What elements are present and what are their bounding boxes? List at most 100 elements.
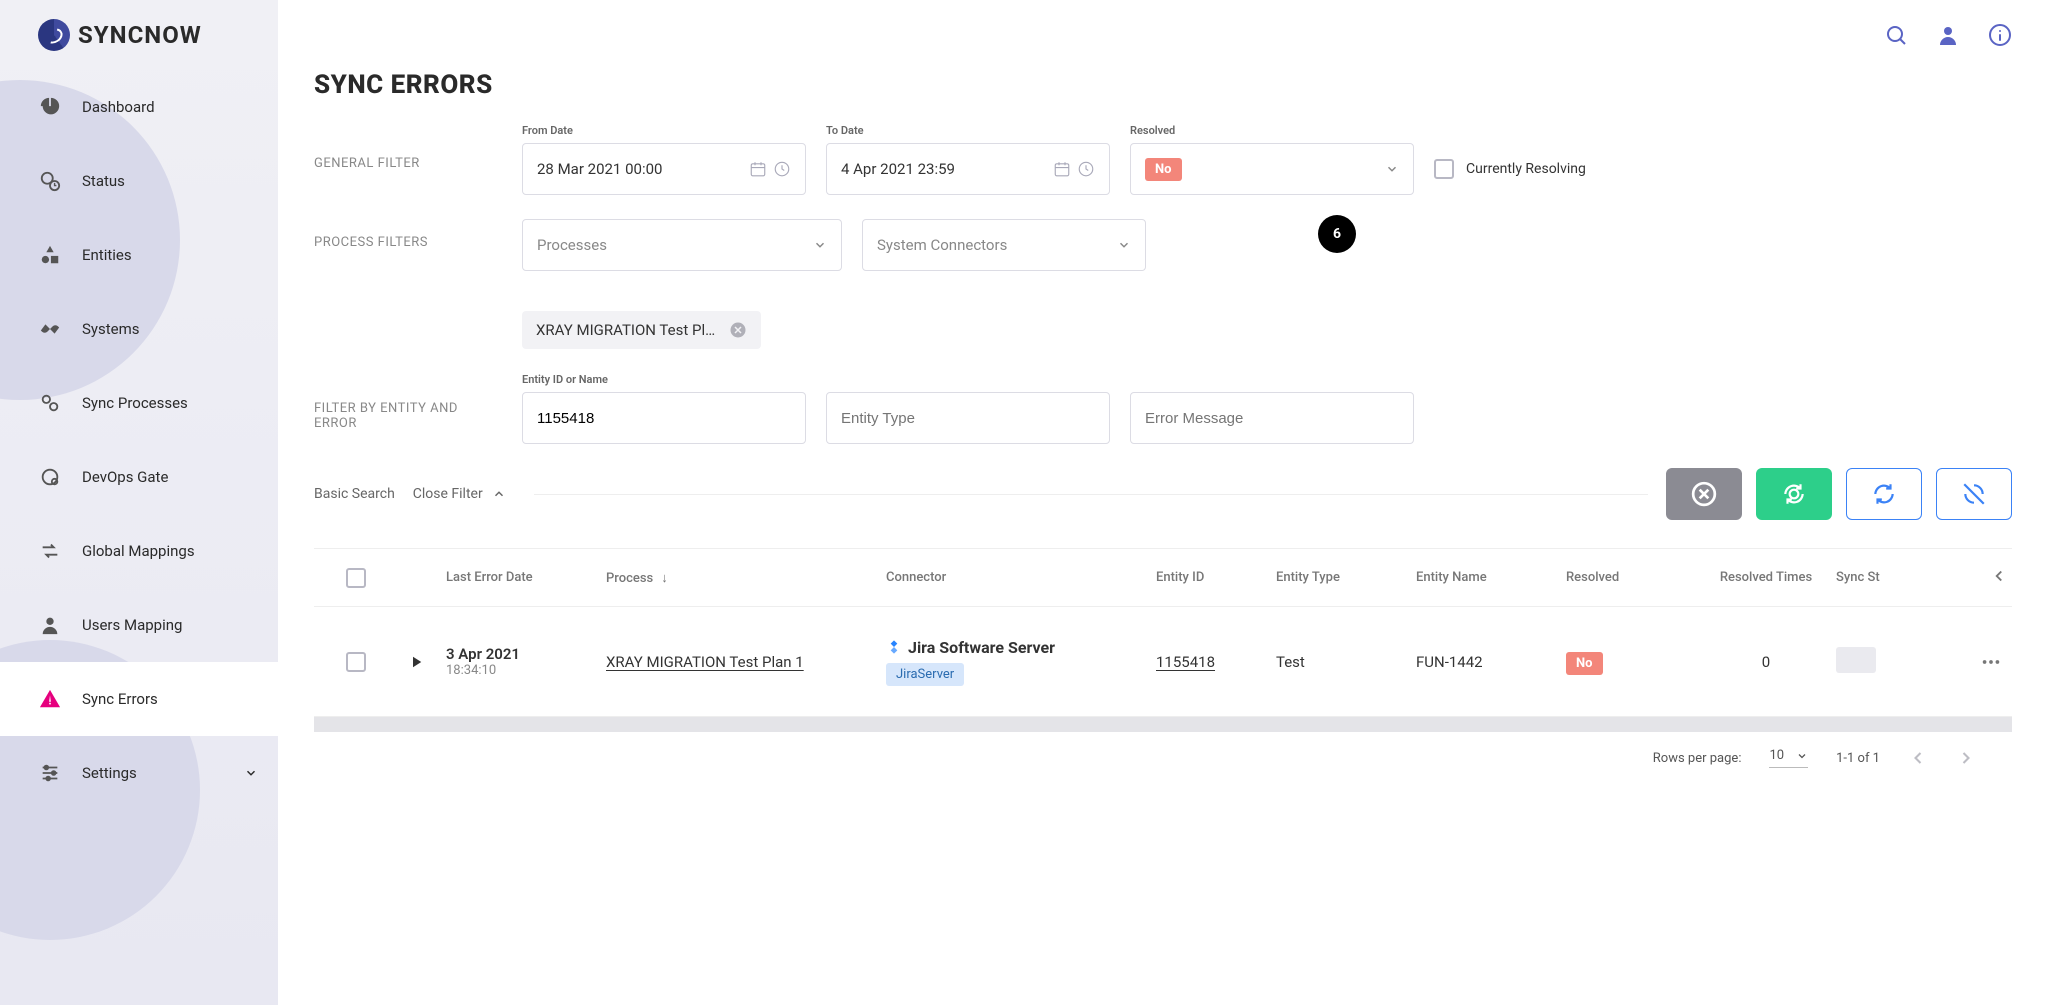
chip-remove-icon[interactable] (729, 321, 747, 339)
nav-sync-processes-label: Sync Processes (82, 394, 188, 412)
rows-per-page-label: Rows per page: (1653, 751, 1742, 766)
next-page-icon[interactable] (1956, 748, 1976, 768)
from-date-input[interactable]: 28 Mar 2021 00:00 (522, 143, 806, 195)
nav-systems[interactable]: Systems (0, 292, 278, 366)
process-chip[interactable]: XRAY MIGRATION Test Pl… (522, 311, 761, 349)
nav-entities[interactable]: Entities (0, 218, 278, 292)
error-message-placeholder[interactable] (1145, 410, 1399, 427)
processes-placeholder: Processes (537, 236, 607, 254)
refresh-icon (1871, 481, 1897, 507)
nav-dashboard[interactable]: Dashboard (0, 70, 278, 144)
currently-resolving-checkbox[interactable] (1434, 159, 1454, 179)
main-content: SYNC ERRORS GENERAL FILTER From Date 28 … (278, 0, 2048, 1005)
nav-devops-gate[interactable]: DevOps Gate (0, 440, 278, 514)
resolve-button[interactable] (1756, 468, 1832, 520)
calendar-icon (1053, 160, 1071, 178)
nav-sync-processes[interactable]: Sync Processes (0, 366, 278, 440)
connectors-select[interactable]: System Connectors (862, 219, 1146, 271)
clear-button[interactable] (1666, 468, 1742, 520)
row-entity-type: Test (1276, 653, 1416, 671)
to-date-input[interactable]: 4 Apr 2021 23:59 (826, 143, 1110, 195)
nav-settings-label: Settings (82, 764, 137, 782)
from-date-value: 28 Mar 2021 00:00 (537, 160, 662, 178)
chevron-up-icon (492, 487, 506, 501)
row-more-icon[interactable] (1980, 651, 2002, 673)
gears-icon (38, 391, 62, 415)
retry-button[interactable] (1846, 468, 1922, 520)
horizontal-scrollbar[interactable] (314, 716, 2012, 732)
plug-icon (38, 317, 62, 341)
gear-clock-icon (38, 169, 62, 193)
rows-per-page-value: 10 (1769, 748, 1784, 763)
row-connector-title: Jira Software Server (908, 638, 1055, 657)
nav-users-mapping[interactable]: Users Mapping (0, 588, 278, 662)
close-filter-link[interactable]: Close Filter (413, 486, 506, 502)
col-entity-name[interactable]: Entity Name (1416, 570, 1566, 585)
basic-search-link[interactable]: Basic Search (314, 486, 395, 502)
row-entity-id-link[interactable]: 1155418 (1156, 653, 1215, 671)
page-title: SYNC ERRORS (314, 70, 2012, 100)
expand-row-icon[interactable] (407, 653, 425, 671)
clock-icon (1077, 160, 1095, 178)
clock-icon (773, 160, 791, 178)
nav-status[interactable]: Status (0, 144, 278, 218)
nav-settings[interactable]: Settings (0, 736, 278, 810)
nav-sync-errors[interactable]: Sync Errors (0, 662, 278, 736)
shapes-icon (38, 243, 62, 267)
col-process[interactable]: Process↓ (606, 570, 886, 586)
from-date-label: From Date (522, 124, 806, 137)
skip-button[interactable] (1936, 468, 2012, 520)
close-circle-icon (1691, 481, 1717, 507)
col-sync-status[interactable]: Sync St (1836, 570, 1916, 585)
to-date-label: To Date (826, 124, 1110, 137)
step-marker-6: 6 (1318, 215, 1356, 253)
processes-select[interactable]: Processes (522, 219, 842, 271)
col-last-error-date[interactable]: Last Error Date (446, 570, 606, 585)
sliders-icon (38, 761, 62, 785)
user-profile-icon[interactable] (1936, 23, 1960, 47)
select-all-checkbox[interactable] (346, 568, 366, 588)
col-resolved-times[interactable]: Resolved Times (1696, 570, 1836, 585)
resolved-select[interactable]: No (1130, 143, 1414, 195)
currently-resolving-label: Currently Resolving (1466, 161, 1586, 177)
process-filters-label: PROCESS FILTERS (314, 219, 494, 250)
search-icon[interactable] (1884, 23, 1908, 47)
currently-resolving-row: Currently Resolving (1434, 143, 1586, 195)
row-resolved-times: 0 (1696, 653, 1836, 671)
nav-global-mappings-label: Global Mappings (82, 542, 195, 560)
info-icon[interactable] (1988, 23, 2012, 47)
pagination-range: 1-1 of 1 (1836, 751, 1880, 766)
scroll-left-icon[interactable] (1990, 567, 2008, 585)
nav-global-mappings[interactable]: Global Mappings (0, 514, 278, 588)
pie-chart-icon (38, 95, 62, 119)
chevron-down-icon (1796, 750, 1808, 762)
entity-id-value[interactable] (537, 410, 791, 427)
nav-devops-gate-label: DevOps Gate (82, 468, 168, 486)
sidebar: SYNCNOW Dashboard Status Entities System… (0, 0, 278, 1005)
rows-per-page-select[interactable]: 10 (1769, 748, 1808, 768)
col-entity-type[interactable]: Entity Type (1276, 570, 1416, 585)
nav-status-label: Status (82, 172, 125, 190)
entity-type-placeholder[interactable] (841, 410, 1095, 427)
error-message-input[interactable] (1130, 392, 1414, 444)
row-checkbox[interactable] (346, 652, 366, 672)
table-header: Last Error Date Process↓ Connector Entit… (314, 549, 2012, 607)
row-entity-name: FUN-1442 (1416, 653, 1566, 671)
connectors-placeholder: System Connectors (877, 236, 1007, 254)
nav-sync-errors-label: Sync Errors (82, 690, 158, 708)
close-filter-label: Close Filter (413, 486, 483, 502)
col-entity-id[interactable]: Entity ID (1156, 570, 1276, 585)
filter-toolbar: Basic Search Close Filter (314, 468, 2012, 520)
entity-id-input[interactable] (522, 392, 806, 444)
row-time: 18:34:10 (446, 663, 606, 678)
pagination: Rows per page: 10 1-1 of 1 (314, 732, 2012, 776)
nav-dashboard-label: Dashboard (82, 98, 155, 116)
top-bar (314, 0, 2012, 70)
col-connector[interactable]: Connector (886, 570, 1156, 585)
entity-type-input[interactable] (826, 392, 1110, 444)
col-resolved[interactable]: Resolved (1566, 570, 1696, 585)
jira-icon (886, 639, 902, 655)
prev-page-icon[interactable] (1908, 748, 1928, 768)
row-process-link[interactable]: XRAY MIGRATION Test Plan 1 (606, 653, 804, 671)
divider (534, 494, 1648, 495)
